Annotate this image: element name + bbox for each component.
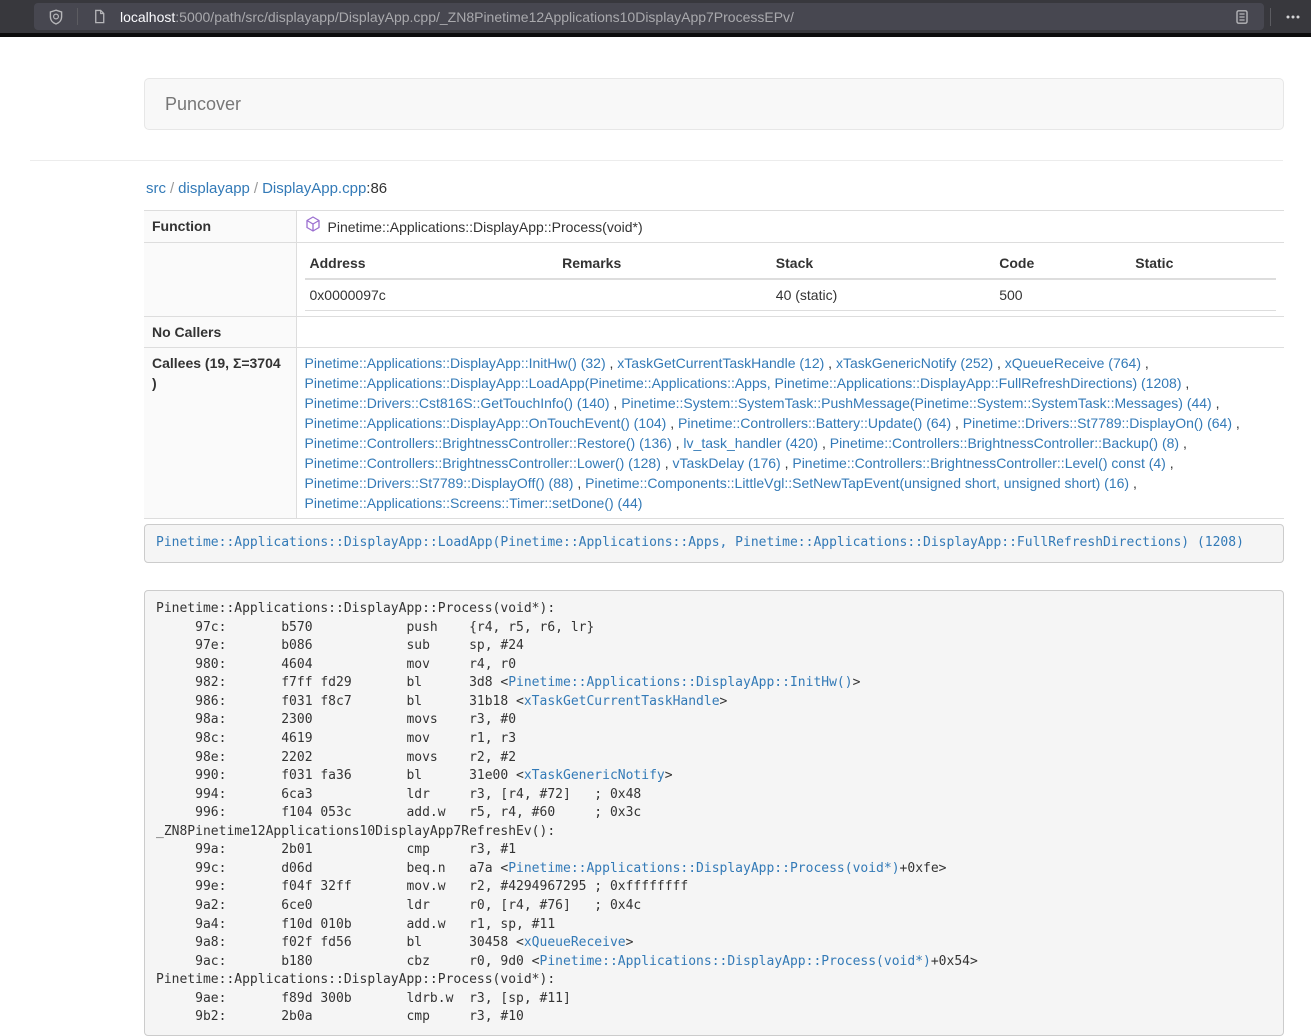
callee-link[interactable]: Pinetime::Components::LittleVgl::SetNewT… — [585, 475, 1129, 491]
callee-separator: , — [661, 455, 673, 471]
reader-mode-icon[interactable] — [1230, 5, 1254, 29]
callee-separator: , — [1232, 415, 1240, 431]
breadcrumb-link[interactable]: DisplayApp.cpp — [262, 180, 366, 197]
callee-link[interactable]: Pinetime::Applications::DisplayApp::OnTo… — [305, 415, 667, 431]
divider — [1270, 8, 1271, 26]
url-path: :5000/path/src/displayapp/DisplayApp.cpp… — [175, 9, 794, 25]
table-row: No Callers — [144, 317, 1284, 348]
breadcrumb: src/displayapp/DisplayApp.cpp:86 — [146, 180, 387, 197]
callee-separator: , — [606, 355, 618, 371]
callee-separator: , — [1212, 395, 1220, 411]
metrics-table: AddressRemarksStackCodeStatic 0x0000097c… — [305, 248, 1277, 311]
callee-separator: , — [1129, 475, 1137, 491]
function-row-label: Function — [144, 211, 296, 243]
metrics-header-row: AddressRemarksStackCodeStatic — [305, 248, 1277, 279]
code-symbol-link[interactable]: xQueueReceive — [524, 935, 626, 950]
page-icon — [87, 5, 111, 29]
browser-toolbar: localhost:5000/path/src/displayapp/Displ… — [0, 0, 1311, 37]
callee-link[interactable]: Pinetime::Applications::Screens::Timer::… — [305, 495, 643, 511]
callee-link[interactable]: Pinetime::Controllers::BrightnessControl… — [305, 435, 672, 451]
callee-separator: , — [573, 475, 585, 491]
callee-link[interactable]: Pinetime::Drivers::St7789::DisplayOn() (… — [963, 415, 1232, 431]
table-row: Function Pinetime::Applications::Display… — [144, 211, 1284, 243]
metrics-value-row: 0x0000097c 40 (static) 500 — [305, 279, 1277, 311]
url-bar[interactable]: localhost:5000/path/src/displayapp/Displ… — [34, 3, 1264, 30]
divider — [77, 8, 78, 25]
address-value: 0x0000097c — [305, 279, 558, 311]
callee-link[interactable]: lv_task_handler (420) — [683, 435, 818, 451]
column-header: Static — [1130, 248, 1276, 279]
shield-icon[interactable] — [44, 5, 68, 29]
no-callers-label: No Callers — [144, 317, 296, 348]
callee-separator: , — [610, 395, 622, 411]
callee-separator: , — [1141, 355, 1149, 371]
callee-link[interactable]: Pinetime::Applications::DisplayApp::Init… — [305, 355, 606, 371]
url-text: localhost:5000/path/src/displayapp/Displ… — [120, 9, 1230, 25]
code-symbol-link[interactable]: Pinetime::Applications::DisplayApp::Proc… — [508, 861, 899, 876]
callee-separator: , — [818, 435, 830, 451]
static-value — [1130, 279, 1276, 311]
callee-link[interactable]: Pinetime::Controllers::BrightnessControl… — [830, 435, 1179, 451]
callee-link[interactable]: Pinetime::Applications::DisplayApp::Load… — [305, 375, 1182, 391]
column-header: Address — [305, 248, 558, 279]
divider — [30, 160, 1283, 161]
remarks-value — [557, 279, 771, 311]
code-symbol-link[interactable]: Pinetime::Applications::DisplayApp::Proc… — [540, 954, 931, 969]
table-row: AddressRemarksStackCodeStatic 0x0000097c… — [144, 243, 1284, 317]
callee-separator: , — [1166, 455, 1174, 471]
highlighted-callee-box: Pinetime::Applications::DisplayApp::Load… — [144, 524, 1284, 563]
callee-separator: , — [781, 455, 793, 471]
callee-separator: , — [824, 355, 836, 371]
callee-separator: , — [951, 415, 963, 431]
callee-link[interactable]: Pinetime::System::SystemTask::PushMessag… — [621, 395, 1212, 411]
code-size-value: 500 — [994, 279, 1130, 311]
callee-separator: , — [1181, 375, 1189, 391]
code-symbol-link[interactable]: Pinetime::Applications::DisplayApp::Init… — [508, 675, 852, 690]
callee-link[interactable]: xTaskGetCurrentTaskHandle (12) — [617, 355, 824, 371]
callee-link[interactable]: vTaskDelay (176) — [673, 455, 781, 471]
function-info-table: Function Pinetime::Applications::Display… — [144, 210, 1284, 519]
highlighted-callee-link[interactable]: Pinetime::Applications::DisplayApp::Load… — [156, 535, 1244, 550]
callee-link[interactable]: xTaskGenericNotify (252) — [836, 355, 993, 371]
stack-value: 40 (static) — [771, 279, 994, 311]
callees-label: Callees (19, Σ=3704 ) — [144, 348, 296, 519]
callee-separator: , — [993, 355, 1005, 371]
breadcrumb-separator: / — [250, 180, 262, 197]
callee-separator: , — [672, 435, 684, 451]
callee-link[interactable]: Pinetime::Controllers::Battery::Update()… — [678, 415, 951, 431]
column-header: Stack — [771, 248, 994, 279]
app-navbar: Puncover — [144, 78, 1284, 130]
url-host: localhost — [120, 9, 175, 25]
cube-symbol-icon — [305, 216, 321, 237]
breadcrumb-links: src/displayapp/DisplayApp.cpp — [146, 180, 366, 197]
column-header: Remarks — [557, 248, 771, 279]
callee-link[interactable]: Pinetime::Controllers::BrightnessControl… — [792, 455, 1165, 471]
breadcrumb-link[interactable]: displayapp — [178, 180, 250, 197]
code-symbol-link[interactable]: xTaskGenericNotify — [524, 768, 665, 783]
callee-link[interactable]: xQueueReceive (764) — [1005, 355, 1141, 371]
breadcrumb-line-number: :86 — [366, 180, 387, 197]
callee-separator: , — [666, 415, 678, 431]
callee-link[interactable]: Pinetime::Drivers::St7789::DisplayOff() … — [305, 475, 574, 491]
function-name: Pinetime::Applications::DisplayApp::Proc… — [328, 217, 643, 237]
column-header: Code — [994, 248, 1130, 279]
breadcrumb-separator: / — [166, 180, 178, 197]
breadcrumb-link[interactable]: src — [146, 180, 166, 197]
disassembly-block: Pinetime::Applications::DisplayApp::Proc… — [144, 590, 1284, 1036]
callees-list: Pinetime::Applications::DisplayApp::Init… — [305, 353, 1277, 513]
app-title: Puncover — [165, 94, 241, 115]
menu-ellipsis-icon[interactable] — [1281, 5, 1305, 29]
callee-separator: , — [1179, 435, 1187, 451]
callee-link[interactable]: Pinetime::Drivers::Cst816S::GetTouchInfo… — [305, 395, 610, 411]
table-row: Callees (19, Σ=3704 ) Pinetime::Applicat… — [144, 348, 1284, 519]
callee-link[interactable]: Pinetime::Controllers::BrightnessControl… — [305, 455, 661, 471]
code-symbol-link[interactable]: xTaskGetCurrentTaskHandle — [524, 694, 720, 709]
page: localhost:5000/path/src/displayapp/Displ… — [0, 0, 1311, 998]
